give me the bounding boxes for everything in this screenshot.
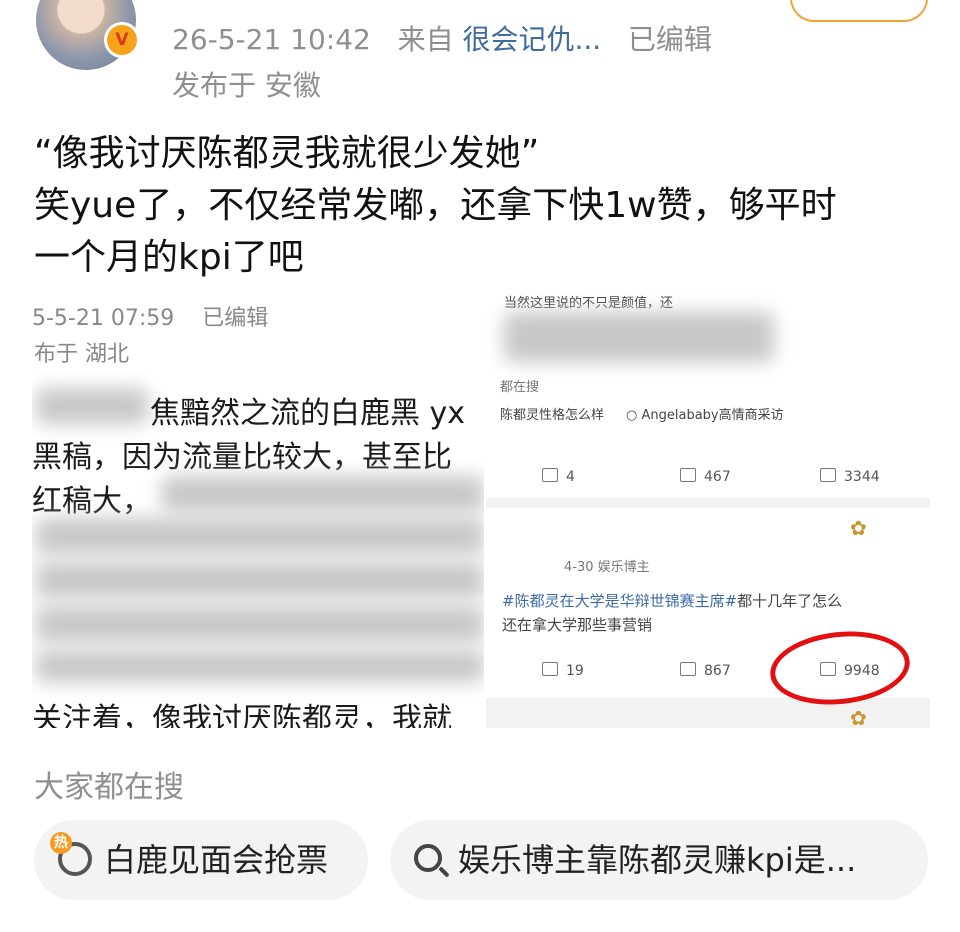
embedded-text-line: 黑稿，因为流量比较大，甚至比 — [32, 440, 452, 475]
blurred-text — [36, 518, 484, 554]
emoji-icon: ✿ — [850, 516, 867, 540]
embedded-card-1: 当然这里说的不只是颜值，还 都在搜 陈都灵性格怎么样 ○ Angelababy高… — [486, 288, 930, 498]
embedded-card-text: 还在拿大学那些事营销 — [502, 616, 653, 634]
verified-badge-icon: V — [104, 22, 140, 58]
blurred-text — [36, 650, 484, 682]
blurred-text — [36, 606, 484, 642]
follow-button[interactable] — [790, 0, 928, 22]
hot-search-item-label: 娱乐博主靠陈都灵赚kpi是... — [458, 841, 857, 879]
from-label: 来自 — [397, 23, 454, 56]
hot-search-item-2[interactable]: 娱乐博主靠陈都灵赚kpi是... — [390, 820, 928, 900]
repost-icon — [542, 662, 558, 676]
post-line: 笑yue了，不仅经常发嘟，还拿下快1w赞，够平时 — [34, 185, 837, 226]
post-line: “像我讨厌陈都灵我就很少发她” — [34, 133, 540, 174]
emoji-icon: ✿ — [850, 706, 867, 728]
comment-count: 867 — [704, 663, 731, 679]
hot-search-item-1[interactable]: 热 白鹿见面会抢票 — [34, 820, 368, 900]
hot-search-item-label: 白鹿见面会抢票 — [104, 841, 329, 879]
post-line: 一个月的kpi了吧 — [34, 237, 304, 278]
embedded-card-date: 4-30 娱乐博主 — [564, 560, 650, 575]
blurred-text — [36, 388, 148, 424]
embedded-search-item-2: Angelababy高情商采访 — [641, 408, 784, 423]
blurred-text — [162, 476, 484, 512]
hashtag: #陈都灵在大学是华辩世锦赛主席# — [502, 592, 738, 610]
embedded-search-item-1: 陈都灵性格怎么样 — [500, 408, 605, 423]
like-icon — [820, 468, 836, 482]
embedded-image-right[interactable]: 当然这里说的不只是颜值，还 都在搜 陈都灵性格怎么样 ○ Angelababy高… — [486, 288, 930, 728]
repost-count: 4 — [566, 469, 575, 485]
edited-label[interactable]: 已编辑 — [628, 23, 712, 56]
hot-badge-icon: 热 — [50, 832, 72, 854]
embedded-text-line: 红稿大， — [32, 484, 152, 519]
embedded-timestamp: 5-5-21 07:59 — [32, 306, 175, 331]
embedded-card-text: 都十几年了怎么 — [737, 592, 843, 610]
embedded-text-line: 焦黯然之流的白鹿黑 yx — [150, 396, 466, 431]
post-location: 发布于 安徽 — [172, 69, 321, 102]
embedded-location: 布于 湖北 — [34, 342, 129, 367]
comment-count: 467 — [704, 469, 731, 485]
search-icon — [414, 844, 442, 872]
repost-count: 19 — [566, 663, 584, 679]
post-body[interactable]: “像我讨厌陈都灵我就很少发她” 笑yue了，不仅经常发嘟，还拿下快1w赞，够平时… — [34, 128, 934, 284]
like-count: 3344 — [844, 469, 880, 485]
blurred-text — [36, 562, 484, 598]
blurred-text — [504, 312, 774, 362]
embedded-search-label: 都在搜 — [500, 380, 540, 395]
embedded-image-left[interactable]: 5-5-21 07:59 已编辑 布于 湖北 焦黯然之流的白鹿黑 yx 黑稿，因… — [32, 288, 484, 728]
hot-search-label: 大家都在搜 — [34, 770, 184, 805]
comment-icon — [680, 662, 696, 676]
repost-icon — [542, 468, 558, 482]
post-meta: 26-5-21 10:42 来自 很会记仇... 已编辑 — [172, 18, 712, 58]
embedded-edited: 已编辑 — [202, 306, 269, 331]
post-source-link[interactable]: 很会记仇... — [463, 23, 602, 56]
embedded-top-text: 当然这里说的不只是颜值，还 — [504, 296, 674, 311]
search-icon: ○ — [626, 408, 638, 423]
comment-icon — [680, 468, 696, 482]
embedded-text-line: 关注着，像我讨厌陈都灵，我就 — [32, 702, 452, 728]
post-timestamp: 26-5-21 10:42 — [172, 23, 371, 56]
